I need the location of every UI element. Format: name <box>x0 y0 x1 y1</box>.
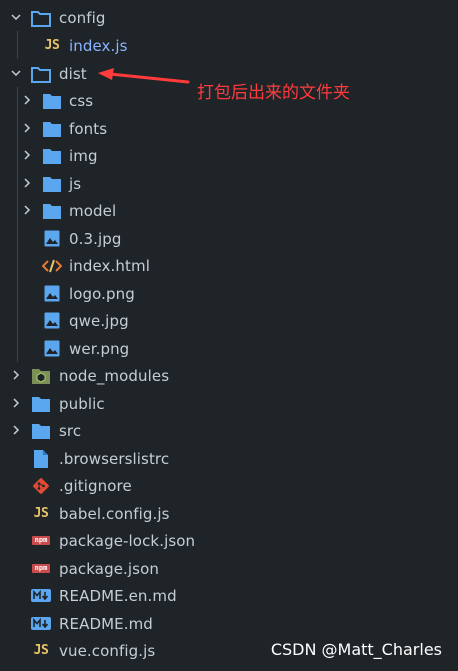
watermark-text: CSDN @Matt_Charles <box>270 640 442 659</box>
chevron-right-icon <box>24 205 31 215</box>
javascript-icon: JS <box>44 38 60 53</box>
image-file-icon <box>42 229 62 249</box>
folder-icon <box>31 421 51 441</box>
file-label: qwe.jpg <box>69 311 129 330</box>
file-label: .gitignore <box>59 476 132 495</box>
chevron-right-icon <box>24 150 31 160</box>
folder-label: node_modules <box>59 366 170 385</box>
folder-label: src <box>59 421 82 440</box>
folder-js[interactable]: js <box>0 170 458 197</box>
file-label: vue.config.js <box>59 641 156 660</box>
folder-icon <box>31 394 51 414</box>
file-qwe-jpg[interactable]: qwe.jpg <box>0 307 458 334</box>
file-babel-config-js[interactable]: JS babel.config.js <box>0 500 458 527</box>
folder-label: dist <box>59 64 87 83</box>
folder-open-icon <box>31 8 51 28</box>
file-index-js[interactable]: JS index.js <box>0 32 458 59</box>
image-file-icon <box>42 339 62 359</box>
chevron-right-icon <box>13 425 20 435</box>
folder-model[interactable]: model <box>0 197 458 224</box>
annotation-text: 打包后出来的文件夹 <box>197 83 350 103</box>
javascript-icon: JS <box>33 643 49 658</box>
folder-node-modules[interactable]: node_modules <box>0 362 458 389</box>
chevron-right-icon <box>13 370 20 380</box>
node-folder-icon <box>31 366 51 386</box>
folder-label: model <box>69 201 117 220</box>
file-label: index.js <box>69 36 128 55</box>
file-readme-en-md[interactable]: README.en.md <box>0 582 458 609</box>
file-browserslistrc[interactable]: .browserslistrc <box>0 445 458 472</box>
file-label: package.json <box>59 559 159 578</box>
file-readme-md[interactable]: README.md <box>0 610 458 637</box>
git-icon <box>31 476 51 496</box>
file-package-lock-json[interactable]: npm package-lock.json <box>0 527 458 554</box>
file-label: babel.config.js <box>59 504 170 523</box>
file-0-3-jpg[interactable]: 0.3.jpg <box>0 225 458 252</box>
folder-fonts[interactable]: fonts <box>0 115 458 142</box>
chevron-down-icon <box>11 70 21 77</box>
file-label: wer.png <box>69 339 130 358</box>
folder-label: fonts <box>69 119 108 138</box>
file-index-html[interactable]: index.html <box>0 252 458 279</box>
npm-icon: npm <box>31 559 51 579</box>
file-label: logo.png <box>69 284 135 303</box>
file-label: package-lock.json <box>59 531 196 550</box>
chevron-right-icon <box>24 123 31 133</box>
npm-icon-text: npm <box>34 536 48 544</box>
javascript-icon: JS <box>33 506 49 521</box>
markdown-icon <box>31 614 51 634</box>
chevron-right-icon <box>24 95 31 105</box>
folder-icon <box>42 201 62 221</box>
folder-icon <box>42 174 62 194</box>
chevron-right-icon <box>13 398 20 408</box>
folder-icon <box>42 91 62 111</box>
npm-icon-text: npm <box>34 564 48 572</box>
chevron-down-icon <box>11 14 21 21</box>
file-label: .browserslistrc <box>59 449 170 468</box>
file-logo-png[interactable]: logo.png <box>0 280 458 307</box>
folder-icon <box>42 119 62 139</box>
annotation-arrow <box>98 68 190 84</box>
folder-open-icon <box>31 64 51 84</box>
image-file-icon <box>42 284 62 304</box>
folder-label: public <box>59 394 105 413</box>
image-file-icon <box>42 311 62 331</box>
folder-label: config <box>59 8 106 27</box>
folder-icon <box>42 146 62 166</box>
file-label: 0.3.jpg <box>69 229 122 248</box>
folder-label: img <box>69 146 98 165</box>
chevron-right-icon <box>24 178 31 188</box>
folder-img[interactable]: img <box>0 142 458 169</box>
folder-label: css <box>69 91 94 110</box>
document-icon <box>31 449 51 469</box>
file-wer-png[interactable]: wer.png <box>0 335 458 362</box>
file-package-json[interactable]: npm package.json <box>0 555 458 582</box>
folder-label: js <box>69 174 82 193</box>
html-file-icon <box>42 256 62 276</box>
folder-src[interactable]: src <box>0 417 458 444</box>
folder-config[interactable]: config <box>0 4 458 31</box>
npm-icon: npm <box>31 531 51 551</box>
file-label: README.md <box>59 614 153 633</box>
file-label: README.en.md <box>59 586 177 605</box>
folder-public[interactable]: public <box>0 390 458 417</box>
markdown-icon <box>31 586 51 606</box>
file-gitignore[interactable]: .gitignore <box>0 472 458 499</box>
file-label: index.html <box>69 256 150 275</box>
